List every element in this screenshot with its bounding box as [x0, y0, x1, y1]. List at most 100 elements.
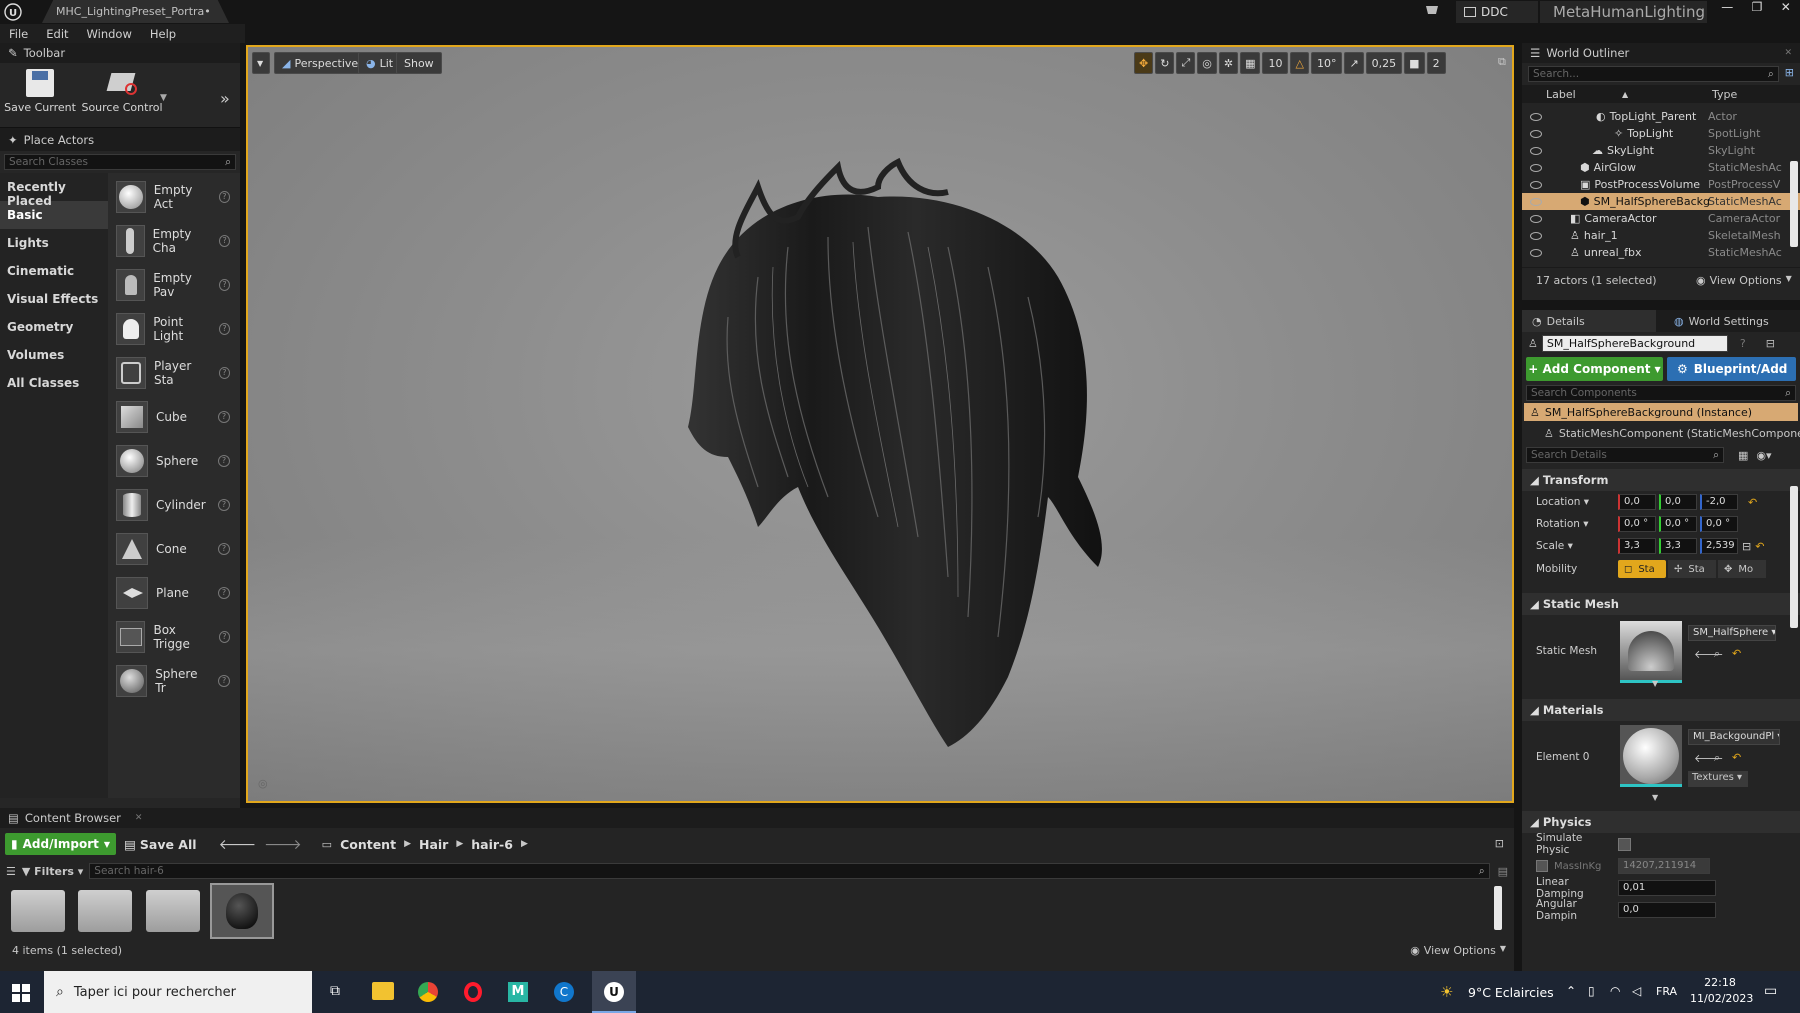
- static-mesh-section[interactable]: ◢ Static Mesh: [1522, 593, 1800, 615]
- location-y[interactable]: 0,0: [1659, 494, 1697, 510]
- outliner-search-input[interactable]: Search... ⌕: [1528, 66, 1779, 82]
- search-details-input[interactable]: Search Details ⌕: [1526, 447, 1724, 463]
- rotation-x[interactable]: 0,0 °: [1618, 516, 1656, 532]
- mobility-stationary[interactable]: ✢ Sta: [1668, 560, 1716, 578]
- level-viewport[interactable]: ▼ ◢ Perspective ◕ Lit Show ✥ ↻ ⤢ ◎ ✲ ▦ 10 …: [246, 45, 1514, 803]
- forward-icon[interactable]: 🡒: [264, 836, 302, 853]
- actor-item[interactable]: Cube?: [108, 395, 240, 439]
- breadcrumb-content[interactable]: Content: [340, 837, 396, 852]
- add-component-button[interactable]: + Add Component ▼: [1526, 357, 1663, 381]
- help-icon[interactable]: ?: [218, 279, 230, 291]
- document-tab[interactable]: MHC_LightingPreset_Portra•: [42, 0, 229, 23]
- mobility-static[interactable]: ◻ Sta: [1618, 560, 1666, 578]
- actor-item[interactable]: Plane?: [108, 571, 240, 615]
- actor-item[interactable]: Box Trigge?: [108, 615, 240, 659]
- scale-y[interactable]: 3,3: [1659, 538, 1697, 554]
- breadcrumb-separator-icon[interactable]: ▶: [404, 839, 411, 849]
- actor-item[interactable]: Empty Cha?: [108, 219, 240, 263]
- breadcrumb-separator-icon[interactable]: ▶: [456, 839, 463, 849]
- rotation-snap-icon[interactable]: △: [1290, 52, 1309, 74]
- folder-icon[interactable]: [11, 890, 65, 932]
- save-search-icon[interactable]: ▤: [1498, 865, 1508, 878]
- battery-icon[interactable]: ▯: [1588, 984, 1595, 998]
- type-column[interactable]: Type: [1712, 88, 1737, 101]
- actor-item[interactable]: Point Light?: [108, 307, 240, 351]
- help-icon[interactable]: ?: [218, 499, 230, 511]
- save-current-button[interactable]: Save Current: [4, 69, 76, 114]
- angular-damping-field[interactable]: 0,0: [1618, 902, 1716, 918]
- grid-snap-icon[interactable]: ▦: [1240, 52, 1261, 74]
- tab-details[interactable]: ◔ Details: [1522, 310, 1656, 332]
- object-name-field[interactable]: SM_HalfSphereBackground: [1541, 335, 1728, 352]
- outliner-row[interactable]: ✧ TopLight SpotLight: [1522, 125, 1800, 142]
- add-filter-icon[interactable]: ⊞: [1785, 66, 1794, 82]
- browse-icon[interactable]: ⌕: [1714, 751, 1720, 765]
- cinema-app-icon[interactable]: C: [554, 982, 574, 1002]
- visibility-icon[interactable]: [1530, 129, 1542, 138]
- visibility-icon[interactable]: [1530, 180, 1542, 189]
- visibility-icon[interactable]: [1530, 163, 1542, 172]
- menu-file[interactable]: File: [0, 24, 37, 43]
- menu-help[interactable]: Help: [141, 24, 185, 43]
- visibility-icon[interactable]: [1530, 197, 1542, 206]
- location-x[interactable]: 0,0: [1618, 494, 1656, 510]
- menu-window[interactable]: Window: [78, 24, 141, 43]
- breadcrumb-separator-icon[interactable]: ▶: [521, 839, 528, 849]
- add-import-button[interactable]: ▮ Add/Import ▼: [5, 833, 117, 855]
- actor-item[interactable]: Cone?: [108, 527, 240, 571]
- maya-icon[interactable]: M: [508, 982, 528, 1002]
- actor-item[interactable]: Sphere?: [108, 439, 240, 483]
- outliner-row[interactable]: ◐ TopLight_Parent Actor: [1522, 108, 1800, 125]
- help-icon[interactable]: ?: [218, 191, 230, 203]
- outliner-row[interactable]: ☁ SkyLight SkyLight: [1522, 142, 1800, 159]
- mesh-thumbnail[interactable]: [1620, 621, 1682, 683]
- folder-icon[interactable]: [78, 890, 132, 932]
- minimize-icon[interactable]: —: [1721, 0, 1733, 20]
- label-column[interactable]: Label: [1546, 88, 1576, 101]
- mobility-movable[interactable]: ✥ Mo: [1718, 560, 1766, 578]
- search-classes-input[interactable]: Search Classes ⌕: [4, 154, 236, 170]
- outliner-row-selected[interactable]: ⬢ SM_HalfSphereBackg StaticMeshAc: [1522, 193, 1800, 210]
- source-control-button[interactable]: Source Control: [80, 69, 164, 114]
- location-z[interactable]: -2,0: [1700, 494, 1738, 510]
- mass-checkbox[interactable]: [1536, 860, 1548, 872]
- marketplace-icon[interactable]: [1424, 3, 1440, 19]
- volume-icon[interactable]: ◁: [1632, 984, 1641, 998]
- help-icon[interactable]: ?: [1740, 337, 1746, 350]
- file-explorer-icon[interactable]: [372, 982, 394, 1000]
- source-dropdown-icon[interactable]: ▼: [160, 93, 167, 103]
- category-visual-effects[interactable]: Visual Effects: [0, 285, 108, 313]
- reset-icon[interactable]: ↶: [1748, 496, 1757, 509]
- help-icon[interactable]: ?: [219, 235, 230, 247]
- visibility-icon[interactable]: [1530, 214, 1542, 223]
- scale-snap-icon[interactable]: ↗: [1344, 52, 1364, 74]
- scale-snap-value[interactable]: 0,25: [1365, 52, 1403, 74]
- clock[interactable]: 22:18 11/02/2023: [1690, 975, 1753, 1007]
- translate-icon[interactable]: ✥: [1134, 52, 1154, 74]
- reset-icon[interactable]: ↶: [1755, 540, 1764, 553]
- camera-speed-value[interactable]: 2: [1426, 52, 1446, 74]
- static-mesh-picker[interactable]: SM_HalfSphere ▾: [1688, 625, 1776, 641]
- grid-size-value[interactable]: 10: [1262, 52, 1289, 74]
- close-tab-icon[interactable]: ✕: [1784, 48, 1792, 58]
- category-all-classes[interactable]: All Classes: [0, 369, 108, 397]
- linear-damping-field[interactable]: 0,01: [1618, 880, 1716, 896]
- view-options-button[interactable]: ◉ View Options ▼: [1696, 274, 1792, 287]
- hair-mesh[interactable]: [628, 157, 1148, 757]
- rotation-snap-value[interactable]: 10°: [1310, 52, 1343, 74]
- category-volumes[interactable]: Volumes: [0, 341, 108, 369]
- opera-icon[interactable]: [464, 982, 482, 1002]
- details-scrollbar[interactable]: [1790, 486, 1798, 628]
- search-components-input[interactable]: Search Components ⌕: [1526, 385, 1796, 401]
- expand-icon[interactable]: ▼: [1652, 679, 1658, 688]
- materials-section[interactable]: ◢ Materials: [1522, 699, 1800, 721]
- breadcrumb-hair-6[interactable]: hair-6: [471, 837, 513, 852]
- actor-item[interactable]: Empty Act?: [108, 175, 240, 219]
- save-all-button[interactable]: ▤ Save All: [124, 837, 196, 852]
- outliner-row[interactable]: ▣ PostProcessVolume PostProcessV: [1522, 176, 1800, 193]
- category-lights[interactable]: Lights: [0, 229, 108, 257]
- perspective-button[interactable]: ◢ Perspective: [274, 52, 367, 74]
- help-icon[interactable]: ?: [218, 675, 230, 687]
- category-geometry[interactable]: Geometry: [0, 313, 108, 341]
- material-thumbnail[interactable]: [1620, 725, 1682, 787]
